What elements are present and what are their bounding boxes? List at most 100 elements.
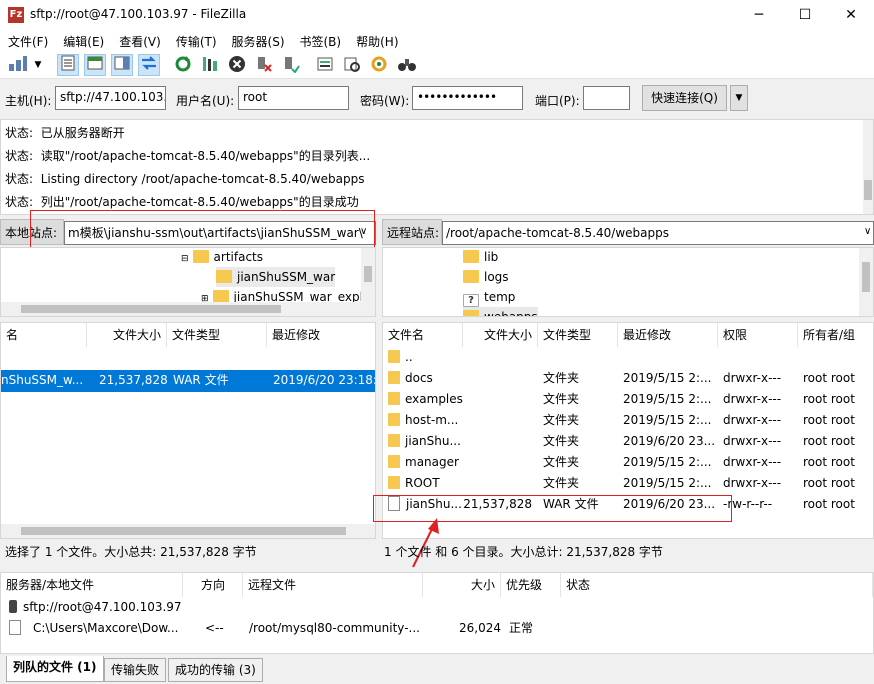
port-label: 端口(P): xyxy=(535,94,580,108)
cell-perm: -rw-r--r-- xyxy=(723,497,773,511)
cell-size xyxy=(383,410,532,431)
toggle-queue-icon[interactable] xyxy=(138,54,160,76)
local-path-input[interactable]: m模板\jianshu-ssm\out\artifacts\jianShuSSM… xyxy=(64,221,376,245)
log-line: 状态: 列出"/root/apache-tomcat-8.5.40/webapp… xyxy=(5,193,359,210)
table-row[interactable]: .. xyxy=(383,347,873,368)
maximize-button[interactable]: ☐ xyxy=(782,0,828,30)
table-row[interactable]: ROOT 文件夹 2019/5/15 2:... drwxr-x--- root roo… xyxy=(383,473,873,494)
toggle-local-tree-icon[interactable] xyxy=(84,54,106,76)
log-line: 状态: Listing directory /root/apache-tomca… xyxy=(5,170,365,187)
table-row[interactable]: jianShu... 21,537,828 WAR 文件 2019/6/20 23..… xyxy=(383,494,873,515)
tree-node[interactable]: webapps xyxy=(463,307,538,316)
close-button[interactable]: ✕ xyxy=(828,0,874,30)
compare-icon[interactable] xyxy=(341,54,363,76)
sync-browse-icon[interactable] xyxy=(368,54,390,76)
folder-icon xyxy=(216,270,232,283)
table-row[interactable]: jianShu... 文件夹 2019/6/20 23... drwxr-x--- ro… xyxy=(383,431,873,452)
table-row[interactable]: host-m... 文件夹 2019/5/15 2:... drwxr-x--- roo… xyxy=(383,410,873,431)
menu-edit[interactable]: 编辑(E) xyxy=(55,30,111,50)
cell-modified: 2019/6/20 23... xyxy=(623,434,716,448)
column-header-size[interactable]: 文件大小 xyxy=(87,323,167,347)
tab-successful-transfers[interactable]: 成功的传输 (3) xyxy=(168,658,263,682)
cell-perm: drwxr-x--- xyxy=(723,371,782,385)
queue-item-row[interactable] xyxy=(9,618,27,639)
queue-priority: 正常 xyxy=(509,621,534,635)
cell-owner: root root xyxy=(803,497,855,511)
quickconnect-dropdown-icon[interactable]: ▼ xyxy=(730,85,748,111)
cell-modified: 2019/5/15 2:... xyxy=(623,413,712,427)
queue-header-size[interactable]: 大小 xyxy=(423,573,501,597)
remote-tree-vscroll[interactable] xyxy=(859,248,873,316)
log-label: 状态: xyxy=(5,149,34,163)
queue-header-priority[interactable]: 优先级 xyxy=(501,573,561,597)
table-row[interactable]: docs 文件夹 2019/5/15 2:... drwxr-x--- root roo… xyxy=(383,368,873,389)
column-header-modified[interactable]: 最近修改 xyxy=(618,323,718,347)
password-input[interactable]: ••••••••••••• xyxy=(412,86,523,110)
quickconnect-button[interactable]: 快速连接(Q) xyxy=(642,85,727,111)
column-header-owner[interactable]: 所有者/组 xyxy=(798,323,873,347)
site-manager-icon[interactable] xyxy=(6,54,30,76)
menu-view[interactable]: 查看(V) xyxy=(111,30,168,50)
cell-size xyxy=(383,347,532,368)
menu-server[interactable]: 服务器(S) xyxy=(224,30,292,50)
menu-bookmarks[interactable]: 书签(B) xyxy=(292,30,349,50)
tab-failed-transfers[interactable]: 传输失败 xyxy=(104,658,167,682)
table-row[interactable]: examples 文件夹 2019/5/15 2:... drwxr-x--- root… xyxy=(383,389,873,410)
minimize-button[interactable]: ─ xyxy=(736,0,782,30)
column-header-name[interactable]: 文件名 xyxy=(383,323,463,347)
tree-node[interactable]: ⊟ artifacts xyxy=(181,248,263,267)
column-header-size[interactable]: 文件大小 xyxy=(463,323,538,347)
local-tree-hscroll[interactable] xyxy=(1,302,375,316)
cell-size xyxy=(383,452,532,473)
chevron-down-icon[interactable]: ∨ xyxy=(864,226,871,237)
column-header-type[interactable]: 文件类型 xyxy=(538,323,618,347)
local-tree-vscroll[interactable] xyxy=(361,248,375,302)
refresh-icon[interactable] xyxy=(172,54,194,76)
log-text: Listing directory /root/apache-tomcat-8.… xyxy=(40,172,365,186)
queue-remote-file: /root/mysql80-community-... xyxy=(249,621,420,635)
tree-node[interactable]: lib xyxy=(463,248,498,267)
column-header-permissions[interactable]: 权限 xyxy=(718,323,798,347)
cell-modified: 2019/6/20 23... xyxy=(623,497,716,511)
tree-node[interactable]: jianShuSSM_war xyxy=(216,267,336,287)
host-input[interactable]: sftp://47.100.103.9 xyxy=(55,86,166,110)
remote-path-input[interactable]: /root/apache-tomcat-8.5.40/webapps xyxy=(442,221,874,245)
tree-node[interactable]: ? temp xyxy=(463,287,515,307)
table-row[interactable]: nShuSSM_w... 21,537,828 WAR 文件 2019/6/20… xyxy=(1,370,375,392)
cell-owner: root root xyxy=(803,434,855,448)
toggle-log-icon[interactable] xyxy=(57,54,79,76)
queue-header-status[interactable]: 状态 xyxy=(561,573,873,597)
menu-transfer[interactable]: 传输(T) xyxy=(168,30,224,50)
port-input[interactable] xyxy=(583,86,630,110)
queue-header-direction[interactable]: 方向 xyxy=(183,573,243,597)
reconnect-icon[interactable] xyxy=(280,54,302,76)
process-queue-icon[interactable] xyxy=(199,54,221,76)
search-icon[interactable] xyxy=(396,54,418,76)
chevron-down-icon[interactable]: ∨ xyxy=(360,226,367,237)
quickconnect-bar: 主机(H): sftp://47.100.103.9 用户名(U): root … xyxy=(0,80,874,118)
column-header-modified[interactable]: 最近修改 xyxy=(267,323,375,347)
column-header-name[interactable]: 名 xyxy=(1,323,87,347)
tree-node[interactable]: logs xyxy=(463,267,509,287)
queue-header-file[interactable]: 服务器/本地文件 xyxy=(1,573,183,597)
log-scrollbar[interactable] xyxy=(863,120,873,214)
disconnect-icon[interactable] xyxy=(253,54,275,76)
file-icon xyxy=(9,620,21,635)
tab-queued-files[interactable]: 列队的文件 (1) xyxy=(6,656,104,682)
menu-file[interactable]: 文件(F) xyxy=(0,30,55,50)
username-input[interactable]: root xyxy=(238,86,349,110)
queue-size: 26,024 xyxy=(459,621,501,635)
column-header-type[interactable]: 文件类型 xyxy=(167,323,267,347)
queue-server-row[interactable]: sftp://root@47.100.103.97 xyxy=(9,597,182,618)
local-status: 选择了 1 个文件。大小总共: 21,537,828 字节 xyxy=(5,545,257,559)
table-row[interactable]: manager 文件夹 2019/5/15 2:... drwxr-x--- root … xyxy=(383,452,873,473)
local-list-hscroll[interactable] xyxy=(1,524,375,538)
filter-icon[interactable] xyxy=(314,54,336,76)
toggle-remote-tree-icon[interactable] xyxy=(111,54,133,76)
menu-help[interactable]: 帮助(H) xyxy=(348,30,405,50)
cancel-icon[interactable] xyxy=(226,54,248,76)
queue-header-remote[interactable]: 远程文件 xyxy=(243,573,423,597)
cell-size: 21,537,828 xyxy=(463,497,532,511)
menu-bar: 文件(F) 编辑(E) 查看(V) 传输(T) 服务器(S) 书签(B) 帮助(H) xyxy=(0,30,874,51)
dropdown-arrow-icon[interactable]: ▼ xyxy=(31,54,45,76)
